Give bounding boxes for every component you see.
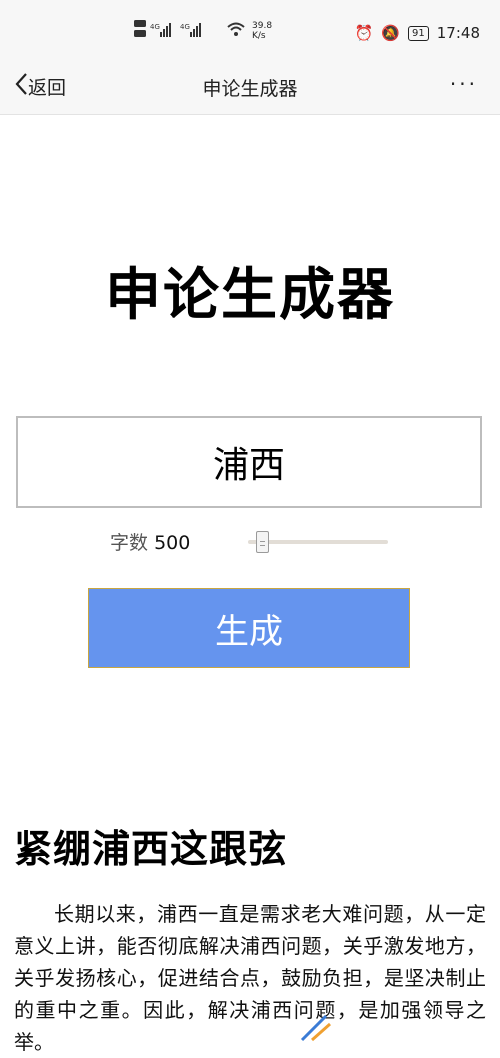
mute-bell-icon: 🔕 — [381, 24, 401, 42]
nav-title: 申论生成器 — [202, 78, 298, 100]
word-count-slider-track[interactable] — [248, 540, 388, 544]
network-speed: 39.8 K/s — [252, 20, 273, 41]
page-title: 申论生成器 — [105, 263, 395, 328]
word-count-slider-thumb[interactable] — [255, 531, 269, 553]
word-count-text: 字数 — [110, 532, 149, 554]
svg-text:4G: 4G — [150, 23, 160, 31]
more-options-icon[interactable]: ··· — [450, 72, 478, 96]
nav-bar: 返回 申论生成器 ··· — [0, 60, 500, 115]
word-count-value: 500 — [154, 532, 191, 554]
word-count-label: 字数 500 — [110, 528, 190, 555]
essay-title: 紧绷浦西这跟弦 — [14, 827, 288, 871]
alarm-icon: ⏰ — [354, 24, 374, 42]
network-indicators: 4G 4G 39.8 K/s — [134, 18, 272, 43]
pen-decoration-icon — [298, 1014, 338, 1042]
essay-body: 长期以来，浦西一直是需求老大难问题，从一定意义上讲，能否彻底解决浦西问题，关乎激… — [14, 902, 486, 1054]
svg-text:4G: 4G — [180, 23, 190, 31]
system-indicators: ⏰ 🔕 91 17:48 — [355, 24, 480, 42]
generate-button[interactable]: 生成 — [88, 588, 410, 668]
topic-input[interactable] — [16, 416, 482, 508]
status-bar: 4G 4G 39.8 K/s ⏰ 🔕 91 17:48 — [0, 0, 500, 60]
wifi-icon — [226, 21, 246, 40]
clock: 17:48 — [436, 24, 480, 42]
signal-icon: 4G 4G — [134, 18, 220, 43]
battery-icon: 91 — [408, 25, 429, 41]
